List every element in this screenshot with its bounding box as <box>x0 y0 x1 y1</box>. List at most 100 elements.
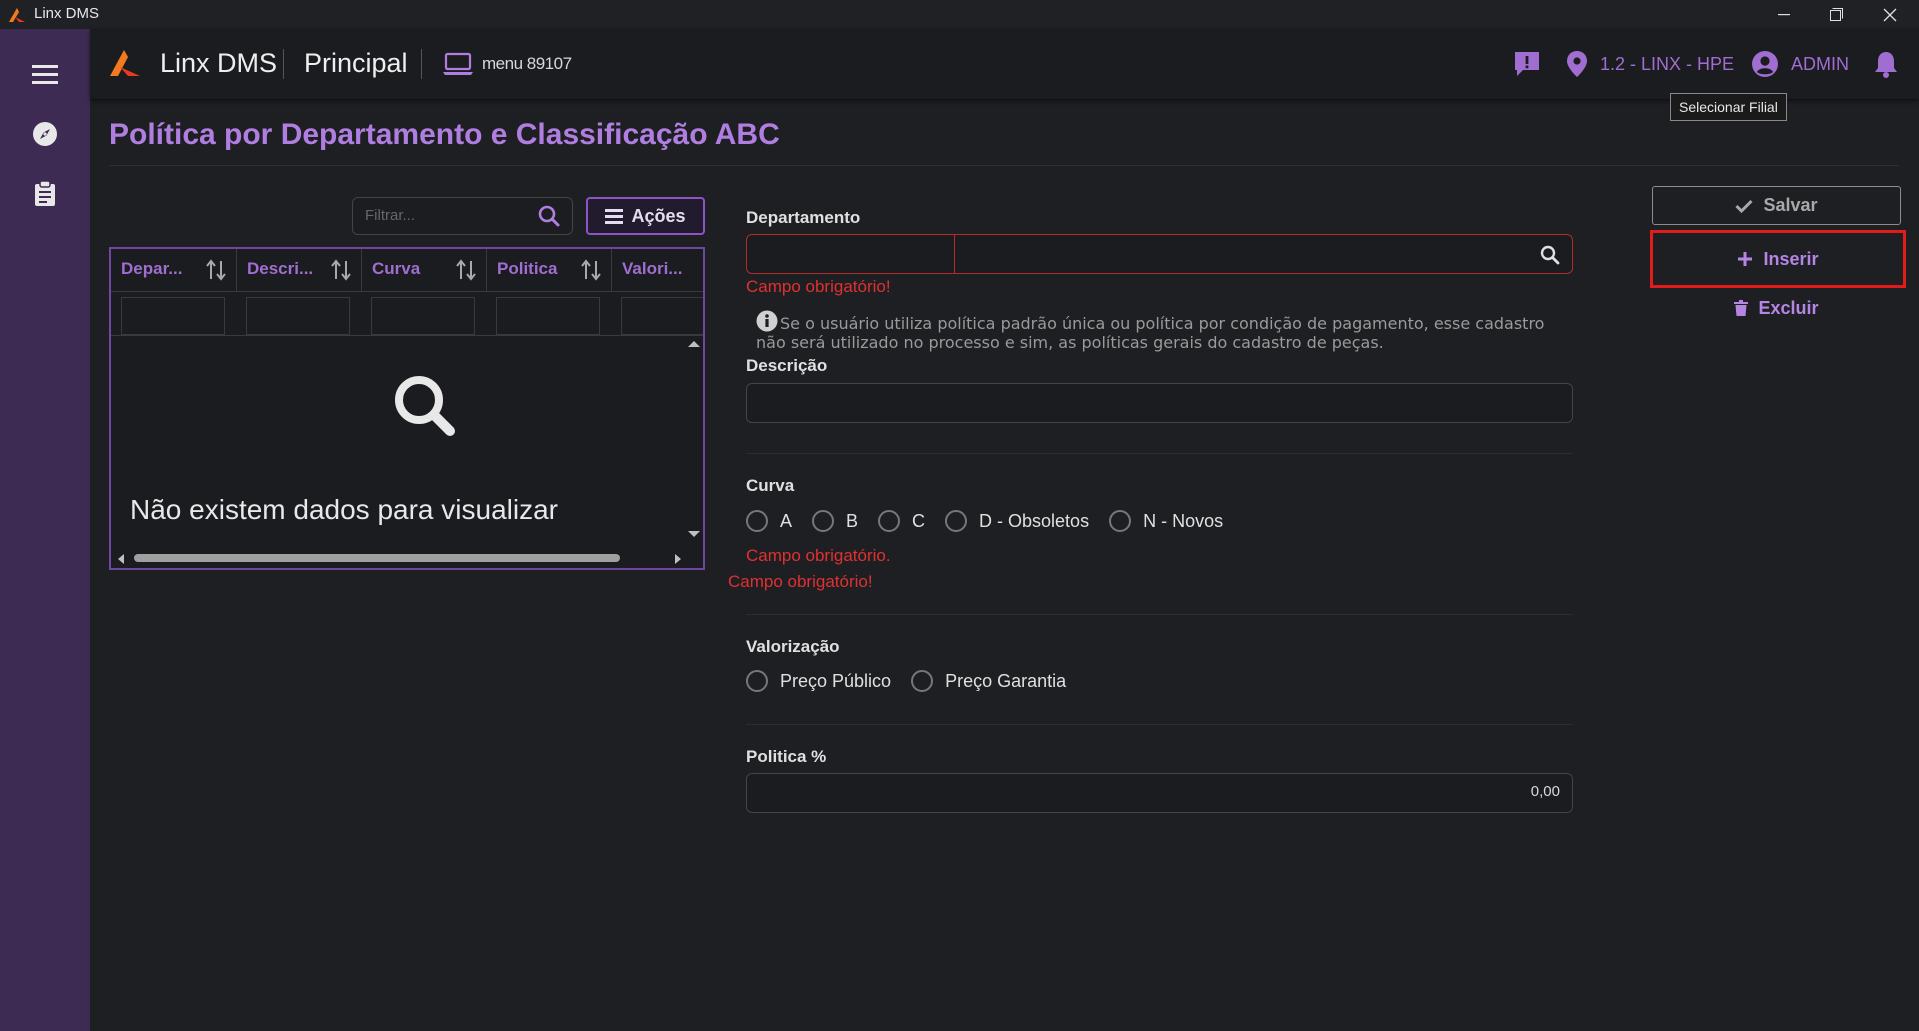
compass-icon <box>33 122 57 146</box>
page-title: Política por Departamento e Classificaçã… <box>109 118 780 151</box>
clipboard-button[interactable] <box>25 174 65 214</box>
section-divider <box>746 614 1573 615</box>
column-filter-input[interactable] <box>121 297 225 335</box>
save-button[interactable]: Salvar <box>1652 186 1901 225</box>
scroll-down-arrow-icon[interactable] <box>687 530 701 538</box>
grid-filter-row <box>111 291 703 336</box>
column-header-curva[interactable]: Curva <box>362 249 487 291</box>
filial-selector[interactable]: 1.2 - LINX - HPE <box>1600 54 1734 75</box>
hamburger-menu-button[interactable] <box>25 54 65 94</box>
column-filter-input[interactable] <box>496 297 600 335</box>
clipboard-icon <box>35 181 55 206</box>
curva-radio-group: A B C D - Obsoletos N - Novos <box>746 510 1243 532</box>
departamento-name-input[interactable] <box>955 235 1515 273</box>
radio-circle[interactable] <box>746 510 768 532</box>
window-title: Linx DMS <box>34 5 100 22</box>
column-header-descricao[interactable]: Descri... <box>237 249 362 291</box>
column-filter-input[interactable] <box>371 297 475 335</box>
column-label: Descri... <box>247 259 314 278</box>
user-avatar-icon[interactable] <box>1751 50 1779 78</box>
radio-label: Preço Garantia <box>945 670 1067 691</box>
grid-header-row: Depar... Descri... Curva Politica Valori… <box>111 249 703 292</box>
departamento-code-input[interactable] <box>747 235 955 273</box>
location-pin-icon[interactable] <box>1566 50 1588 78</box>
linx-logo[interactable] <box>108 48 142 78</box>
sort-icon[interactable] <box>206 259 226 281</box>
curva-option-a[interactable]: A <box>746 510 792 532</box>
radio-label: Preço Público <box>780 670 892 691</box>
column-header-valorizacao[interactable]: Valori... <box>612 249 703 291</box>
radio-circle[interactable] <box>945 510 968 532</box>
descricao-label: Descrição <box>746 356 828 375</box>
departamento-label: Departamento <box>746 208 861 227</box>
radio-label: D - Obsoletos <box>979 510 1090 531</box>
info-note: Se o usuário utiliza política padrão úni… <box>756 310 1576 352</box>
column-label: Politica <box>497 259 558 278</box>
header-divider <box>421 49 422 79</box>
column-label: Depar... <box>121 259 183 278</box>
linx-app-icon <box>9 8 25 22</box>
search-icon[interactable] <box>1540 245 1560 265</box>
minimize-button[interactable] <box>1755 0 1813 29</box>
departamento-field <box>746 234 1573 274</box>
scroll-up-arrow-icon[interactable] <box>687 340 701 348</box>
close-window-button[interactable] <box>1861 0 1919 29</box>
radio-circle[interactable] <box>746 670 768 692</box>
valorizacao-option-garantia[interactable]: Preço Garantia <box>911 670 1066 692</box>
descricao-input[interactable] <box>746 383 1573 423</box>
delete-button[interactable]: Excluir <box>1652 292 1901 324</box>
radio-circle[interactable] <box>812 510 835 532</box>
actions-menu-button[interactable]: Ações <box>586 197 705 235</box>
info-icon <box>756 310 778 332</box>
restore-button[interactable] <box>1807 0 1865 29</box>
column-filter-input[interactable] <box>246 297 350 335</box>
politica-input[interactable]: 0,00 <box>746 773 1573 813</box>
insert-label: Inserir <box>1763 248 1819 269</box>
save-label: Salvar <box>1763 195 1818 215</box>
curva-error-secondary: Campo obrigatório! <box>728 572 873 591</box>
sort-icon[interactable] <box>331 259 351 281</box>
column-header-politica[interactable]: Politica <box>487 249 612 291</box>
section-divider <box>746 453 1573 454</box>
user-name[interactable]: ADMIN <box>1791 54 1849 75</box>
column-label: Valori... <box>622 259 683 278</box>
explore-button[interactable] <box>25 114 65 154</box>
horizontal-scrollbar[interactable] <box>117 550 682 566</box>
valorizacao-radio-group: Preço Público Preço Garantia <box>746 670 1086 692</box>
menu-label[interactable]: menu 89107 <box>482 54 572 74</box>
info-text: Se o usuário utiliza política padrão úni… <box>756 314 1545 352</box>
scroll-left-arrow-icon[interactable] <box>117 553 125 565</box>
window-title-bar: Linx DMS <box>0 0 1919 29</box>
departamento-error: Campo obrigatório! <box>746 277 891 296</box>
filter-box <box>352 197 573 235</box>
delete-label: Excluir <box>1758 297 1819 318</box>
tooltip: Selecionar Filial <box>1670 93 1787 121</box>
left-sidebar <box>0 29 90 1031</box>
radio-label: B <box>846 510 859 531</box>
column-header-departamento[interactable]: Depar... <box>111 249 237 291</box>
radio-circle[interactable] <box>878 510 901 532</box>
module-name: Principal <box>304 48 408 78</box>
curva-option-c[interactable]: C <box>878 510 925 532</box>
radio-circle[interactable] <box>1109 510 1132 532</box>
sort-icon[interactable] <box>581 259 601 281</box>
curva-option-b[interactable]: B <box>812 510 858 532</box>
scrollbar-thumb[interactable] <box>134 554 620 562</box>
valorizacao-option-publico[interactable]: Preço Público <box>746 670 891 692</box>
column-filter-input[interactable] <box>621 297 703 335</box>
scroll-right-arrow-icon[interactable] <box>674 553 682 565</box>
bell-icon[interactable] <box>1873 50 1899 78</box>
feedback-icon[interactable] <box>1513 50 1541 78</box>
search-icon[interactable] <box>538 205 560 227</box>
filter-input[interactable] <box>363 206 527 225</box>
insert-button[interactable]: Inserir <box>1650 230 1906 288</box>
valorizacao-label: Valorização <box>746 637 840 656</box>
curva-option-d[interactable]: D - Obsoletos <box>945 510 1089 532</box>
politica-label: Politica % <box>746 747 827 766</box>
curva-option-n[interactable]: N - Novos <box>1109 510 1223 532</box>
header-divider <box>283 49 284 79</box>
radio-circle[interactable] <box>911 670 934 692</box>
app-header: Linx DMS Principal menu 89107 1.2 - LINX… <box>90 29 1919 99</box>
sort-icon[interactable] <box>456 259 476 281</box>
laptop-icon <box>443 52 473 75</box>
